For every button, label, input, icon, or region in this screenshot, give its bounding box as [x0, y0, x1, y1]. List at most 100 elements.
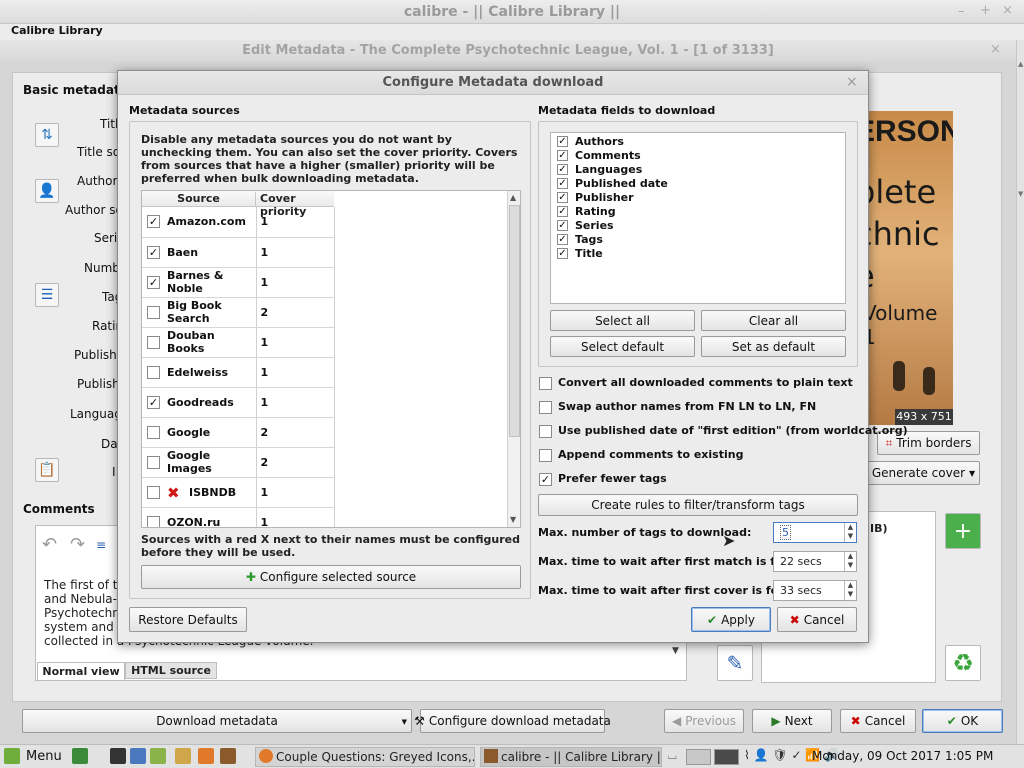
select-default-button[interactable]: Select default [550, 336, 695, 357]
source-checkbox[interactable]: ✓ [147, 395, 160, 409]
option-label[interactable]: Convert all downloaded comments to plain… [558, 376, 853, 389]
field-checkbox[interactable]: ✓ [557, 136, 568, 147]
table-row[interactable]: ✓ Goodreads 1 [142, 387, 335, 418]
table-row[interactable]: Google 2 [142, 417, 335, 448]
maximize-button[interactable]: + [980, 3, 991, 18]
next-button[interactable]: ▶ Next [752, 709, 832, 733]
configure-download-metadata-button[interactable]: ⚒ Configure download metadata [414, 709, 611, 733]
source-name-cell[interactable]: ✓ Amazon.com [142, 207, 257, 238]
minimize-button[interactable]: – [958, 4, 965, 19]
cover-priority-cell[interactable]: 2 [256, 447, 335, 478]
field-checkbox[interactable]: ✓ [557, 234, 568, 245]
cover-priority-cell[interactable]: 1 [256, 387, 335, 418]
source-name-cell[interactable]: ✓ Goodreads [142, 387, 257, 418]
calibre-launcher-icon[interactable] [220, 748, 236, 764]
source-checkbox[interactable]: ✓ [147, 275, 160, 289]
field-item[interactable]: ✓ Comments [551, 149, 845, 163]
undo-icon[interactable]: ↶ [42, 534, 57, 555]
cover-priority-cell[interactable]: 1 [256, 477, 335, 508]
table-row[interactable]: ✓ Amazon.com 1 [142, 207, 335, 238]
apply-button[interactable]: ✔ Apply [691, 607, 771, 632]
scrollbar-thumb[interactable] [509, 205, 520, 437]
field-checkbox[interactable]: ✓ [557, 164, 568, 175]
field-item[interactable]: ✓ Published date [551, 177, 845, 191]
option-checkbox[interactable] [539, 449, 552, 462]
option-label[interactable]: Use published date of "first edition" (f… [558, 424, 908, 437]
add-format-icon[interactable]: + [945, 513, 981, 549]
create-rules-button[interactable]: Create rules to filter/transform tags [538, 494, 858, 516]
redo-icon[interactable]: ↷ [70, 534, 85, 555]
folder-icon[interactable] [175, 748, 191, 764]
restore-defaults-button[interactable]: Restore Defaults [129, 607, 247, 632]
table-row[interactable]: Google Images 2 [142, 447, 335, 478]
cover-priority-cell[interactable]: 2 [256, 297, 335, 328]
option-label[interactable]: Append comments to existing [558, 448, 743, 461]
edit-close-icon[interactable]: × [990, 42, 1001, 57]
table-row[interactable]: ✖ ISBNDB 1 [142, 477, 335, 508]
right-scrollbar[interactable]: ▲ ▼ [1016, 40, 1024, 744]
source-name-cell[interactable]: Edelweiss [142, 357, 257, 388]
field-item[interactable]: ✓ Title [551, 247, 845, 261]
option-label[interactable]: Swap author names from FN LN to LN, FN [558, 400, 816, 413]
terminal-icon[interactable] [110, 748, 126, 764]
show-desktop-icon[interactable] [72, 748, 88, 764]
dialog-cancel-button[interactable]: ✖ Cancel [777, 607, 857, 632]
set-as-default-button[interactable]: Set as default [701, 336, 846, 357]
table-row[interactable]: Edelweiss 1 [142, 357, 335, 388]
source-name-cell[interactable]: Google [142, 417, 257, 448]
clock[interactable]: Monday, 09 Oct 2017 1:05 PM [812, 749, 993, 763]
field-item[interactable]: ✓ Publisher [551, 191, 845, 205]
source-name-cell[interactable]: OZON.ru [142, 507, 257, 527]
table-row[interactable]: ✓ Baen 1 [142, 237, 335, 268]
cover-priority-cell[interactable]: 1 [256, 237, 335, 268]
workspace-1[interactable] [686, 749, 711, 765]
field-checkbox[interactable]: ✓ [557, 248, 568, 259]
workspace-2[interactable] [714, 749, 739, 765]
sources-scrollbar[interactable]: ▲ ▼ [507, 191, 520, 527]
source-name-cell[interactable]: ✓ Baen [142, 237, 257, 268]
cover-priority-cell[interactable]: 1 [256, 507, 335, 527]
source-name-cell[interactable]: ✓ Barnes & Noble [142, 267, 257, 298]
edit-cancel-button[interactable]: ✖ Cancel [840, 709, 916, 733]
task-browser-window[interactable]: Couple Questions: Greyed Icons,... [255, 747, 475, 767]
configure-selected-source-button[interactable]: ✚ Configure selected source [141, 565, 521, 589]
source-checkbox[interactable] [147, 305, 160, 319]
option-checkbox[interactable] [539, 425, 552, 438]
clear-all-button[interactable]: Clear all [701, 310, 846, 331]
edit-format-icon[interactable]: ✎ [717, 645, 753, 681]
field-item[interactable]: ✓ Rating [551, 205, 845, 219]
field-checkbox[interactable]: ✓ [557, 206, 568, 217]
align-center-icon[interactable]: ≡ [96, 538, 106, 552]
field-checkbox[interactable]: ✓ [557, 192, 568, 203]
select-all-button[interactable]: Select all [550, 310, 695, 331]
max-tags-spinbox[interactable]: 5 ▲ ▼ [773, 522, 857, 543]
field-checkbox[interactable]: ✓ [557, 150, 568, 161]
download-metadata-button[interactable]: Download metadata ▼ [22, 709, 412, 733]
option-checkbox[interactable] [539, 401, 552, 414]
comments-dropdown-arrow[interactable]: ▼ [672, 646, 679, 656]
firefox-icon[interactable] [198, 748, 214, 764]
browser-icon[interactable] [130, 748, 146, 764]
generate-cover-button[interactable]: Generate cover ▼ [867, 461, 980, 485]
spin-arrows-icon[interactable]: ▲ ▼ [844, 581, 856, 600]
sources-table[interactable]: Source Cover priority ✓ Amazon.com 1 ✓ Baen 1… [141, 190, 521, 528]
source-checkbox[interactable] [147, 365, 160, 379]
cover-priority-cell[interactable]: 1 [256, 357, 335, 388]
dialog-close-icon[interactable]: × [846, 74, 858, 90]
field-item[interactable]: ✓ Authors [551, 135, 845, 149]
source-checkbox[interactable] [147, 335, 160, 349]
table-row[interactable]: Douban Books 1 [142, 327, 335, 358]
task-calibre-window[interactable]: calibre - || Calibre Library || [480, 747, 662, 767]
previous-button[interactable]: ◀ Previous [664, 709, 744, 733]
tab-normal-view[interactable]: Normal view [37, 662, 125, 680]
spin-arrows-icon[interactable]: ▲ ▼ [844, 552, 856, 571]
option-checkbox[interactable] [539, 377, 552, 390]
files-icon[interactable] [150, 748, 166, 764]
wait-cover-spinbox[interactable]: 33 secs ▲ ▼ [773, 580, 857, 601]
table-row[interactable]: OZON.ru 1 [142, 507, 335, 527]
ok-button[interactable]: ✔ OK [922, 709, 1003, 733]
source-name-cell[interactable]: Big Book Search [142, 297, 257, 328]
field-checkbox[interactable]: ✓ [557, 220, 568, 231]
cover-priority-cell[interactable]: 1 [256, 267, 335, 298]
option-label[interactable]: Prefer fewer tags [558, 472, 667, 485]
